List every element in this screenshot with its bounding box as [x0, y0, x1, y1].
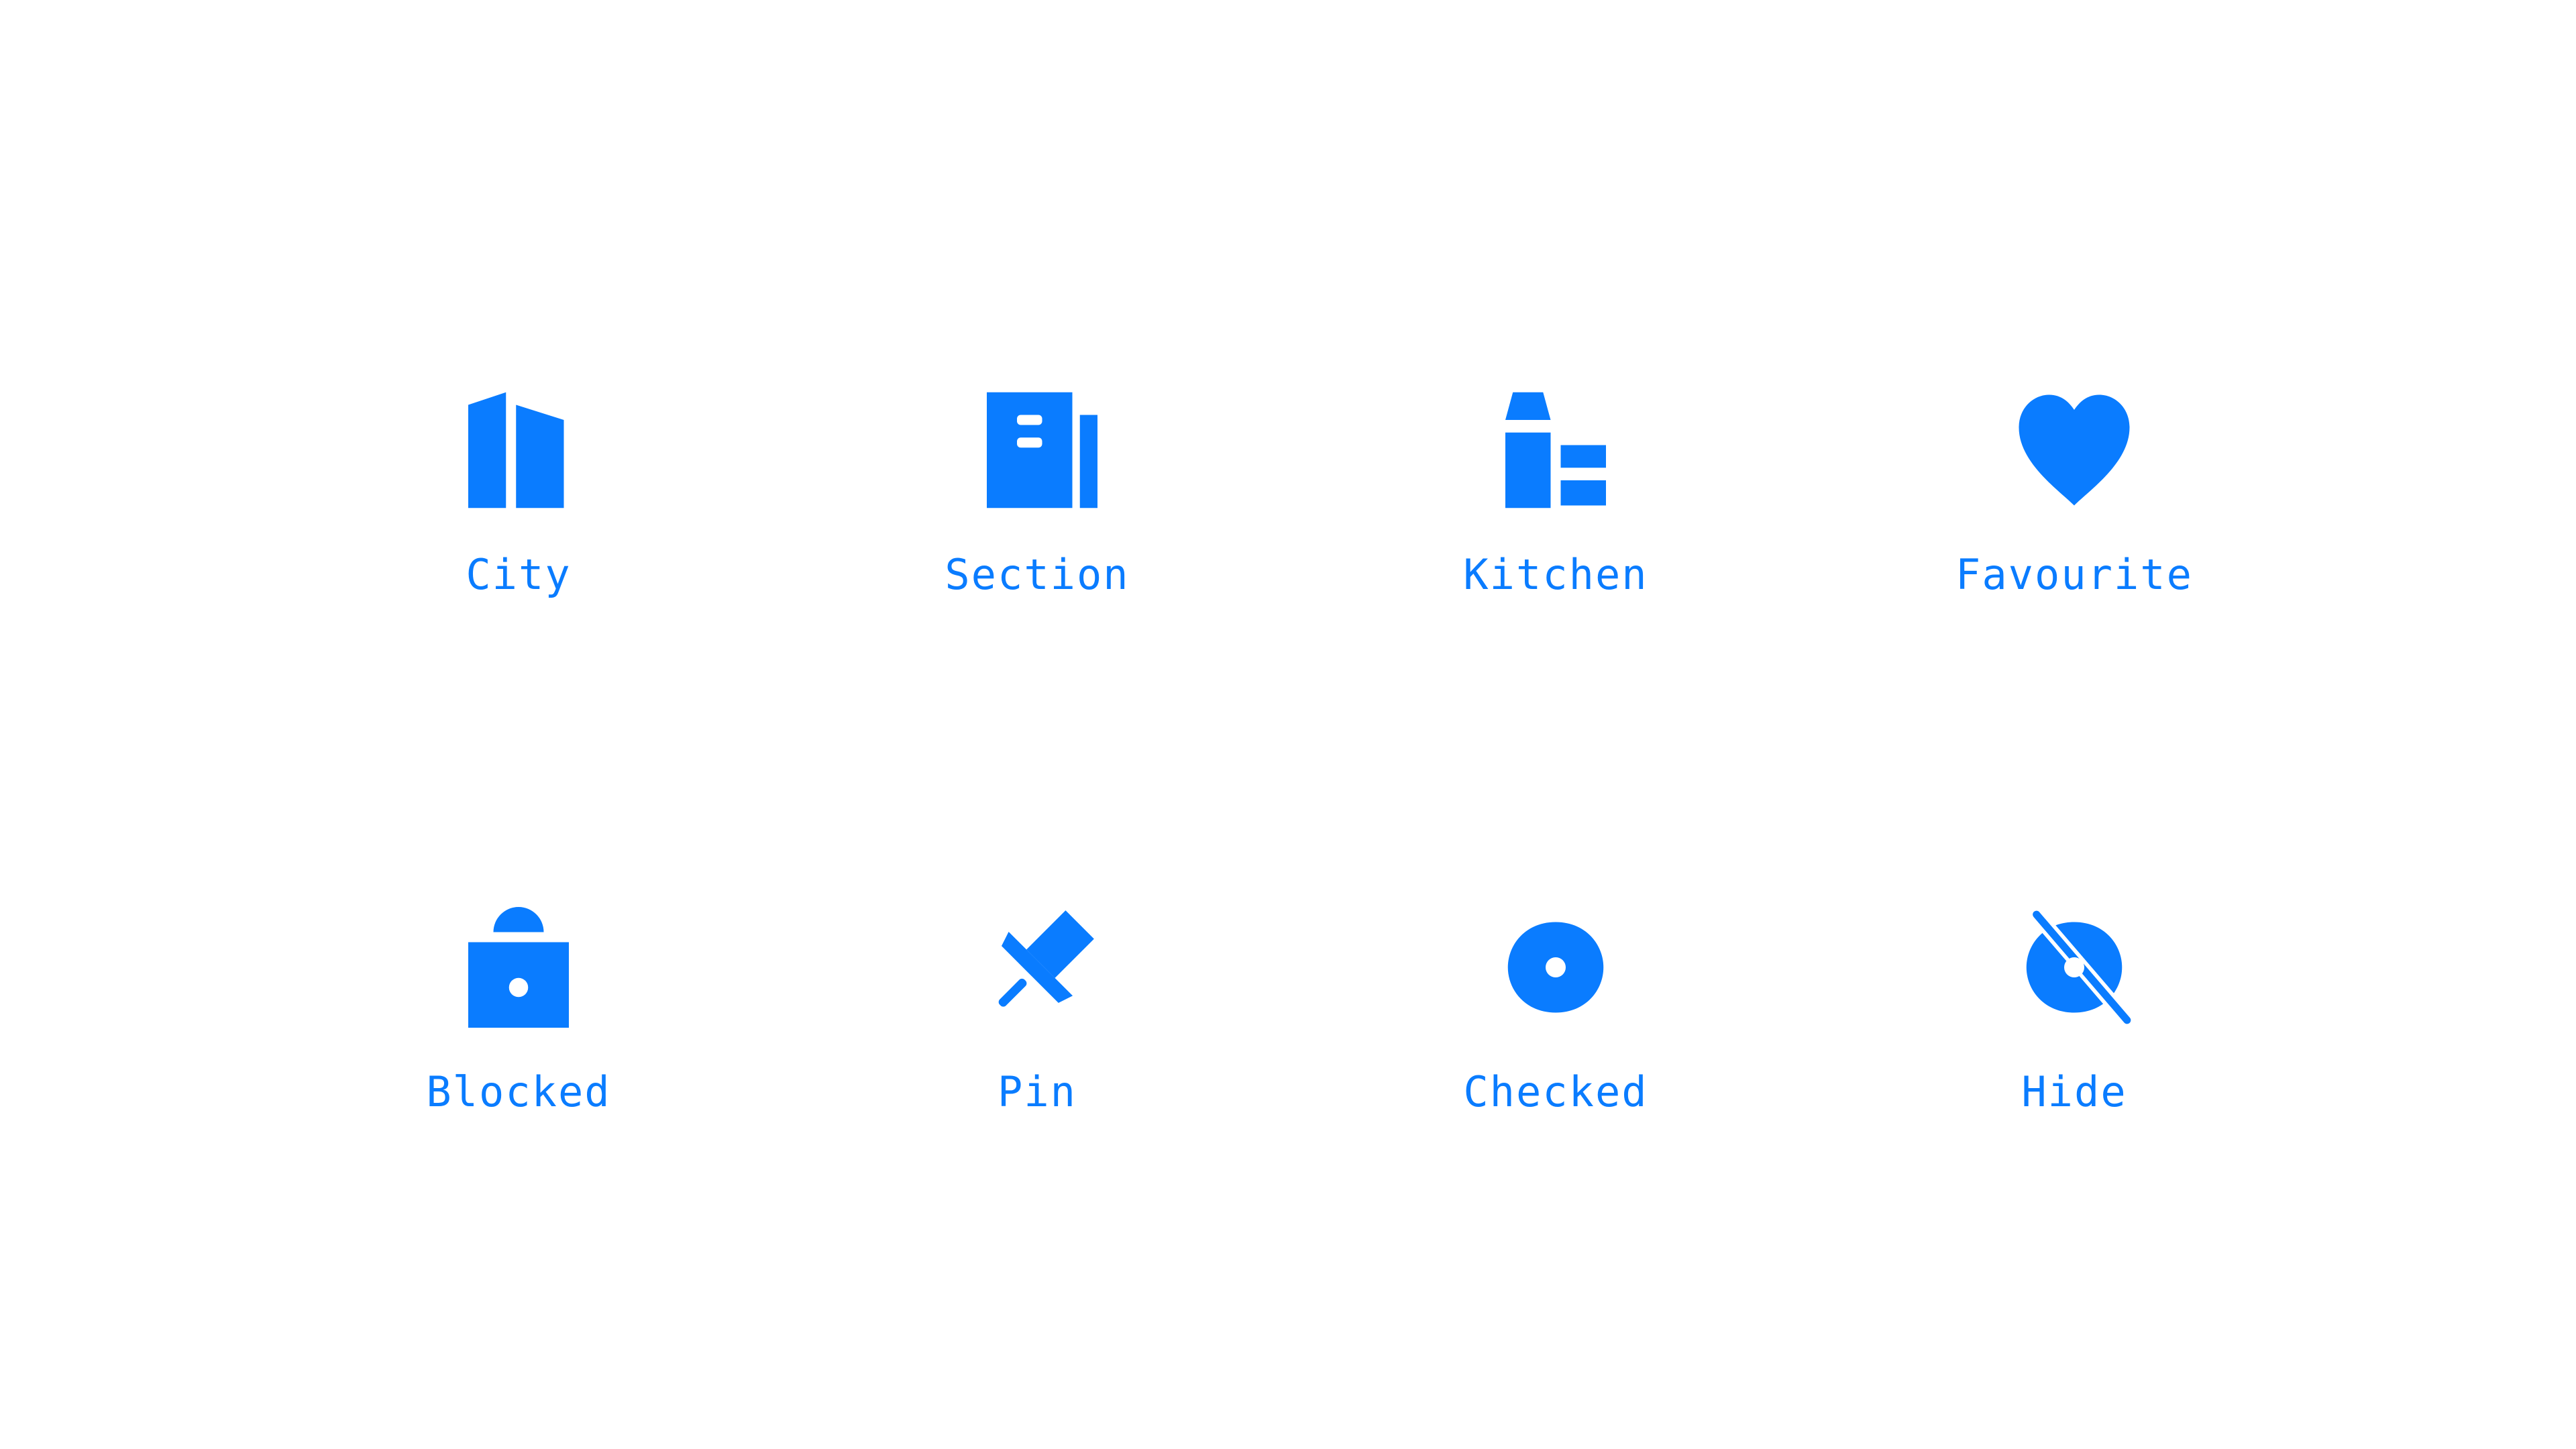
icon-label: Checked	[1463, 1067, 1648, 1116]
icon-label: Hide	[2021, 1067, 2127, 1116]
icon-tile-favourite[interactable]: Favourite	[1873, 390, 2275, 692]
icon-label: Blocked	[426, 1067, 611, 1116]
icon-tile-city[interactable]: City	[317, 390, 720, 692]
icon-label: Favourite	[1955, 550, 2193, 599]
icon-label: Kitchen	[1463, 550, 1648, 599]
heart-icon	[2014, 390, 2135, 511]
city-icon	[458, 390, 579, 511]
icon-tile-pin[interactable]: Pin	[836, 907, 1238, 1209]
eye-off-icon	[2014, 907, 2135, 1028]
icon-tile-checked[interactable]: Checked	[1354, 907, 1757, 1209]
icon-tile-kitchen[interactable]: Kitchen	[1354, 390, 1757, 692]
lock-icon	[458, 907, 579, 1028]
icon-tile-section[interactable]: Section	[836, 390, 1238, 692]
icon-tile-hide[interactable]: Hide	[1873, 907, 2275, 1209]
pin-icon	[977, 907, 1097, 1028]
icon-label: Pin	[998, 1067, 1077, 1116]
icon-label: Section	[945, 550, 1130, 599]
section-icon	[977, 390, 1097, 511]
icon-label: City	[466, 550, 572, 599]
icon-tile-blocked[interactable]: Blocked	[317, 907, 720, 1209]
kitchen-icon	[1495, 390, 1616, 511]
eye-icon	[1495, 907, 1616, 1028]
